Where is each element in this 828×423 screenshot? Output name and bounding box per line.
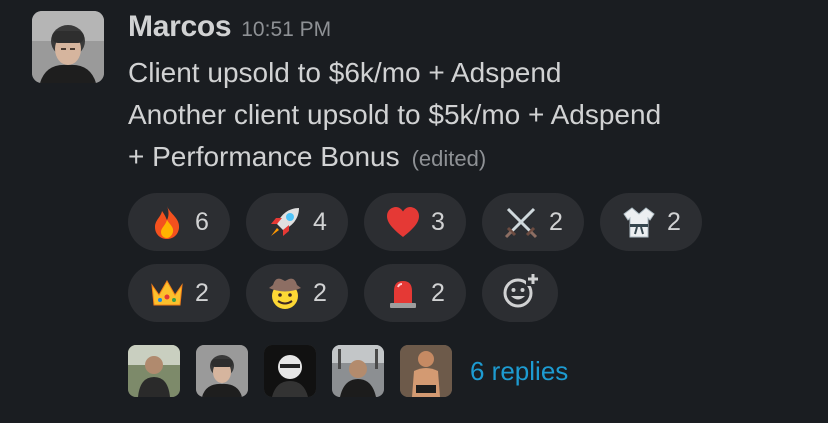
reaction-cowboy-face[interactable]: 2 <box>246 264 348 322</box>
thread-summary[interactable]: 6 replies <box>128 345 568 397</box>
reaction-count: 3 <box>431 207 445 236</box>
heart-icon <box>385 204 421 240</box>
edited-label: (edited) <box>411 146 487 171</box>
author-name[interactable]: Marcos <box>128 10 232 44</box>
martial-arts-uniform-icon <box>621 204 657 240</box>
reaction-crown[interactable]: 2 <box>128 264 230 322</box>
reaction-count: 4 <box>313 207 327 236</box>
message-line-text: + Performance Bonus <box>128 141 400 172</box>
thread-participant-avatar[interactable] <box>128 345 180 397</box>
fire-icon <box>149 204 185 240</box>
message-header: Marcos 10:51 PM <box>128 10 818 50</box>
replies-link[interactable]: 6 replies <box>470 356 568 387</box>
reaction-count: 2 <box>313 278 327 307</box>
reaction-count: 2 <box>549 207 563 236</box>
thread-participant-avatar[interactable] <box>264 345 316 397</box>
reaction-rotating-light[interactable]: 2 <box>364 264 466 322</box>
reaction-count: 2 <box>431 278 445 307</box>
cowboy-face-icon <box>267 275 303 311</box>
reaction-count: 6 <box>195 207 209 236</box>
reaction-heart[interactable]: 3 <box>364 193 466 251</box>
reaction-row: 2 2 2 <box>128 264 728 324</box>
rocket-icon <box>267 204 303 240</box>
crossed-swords-icon <box>503 204 539 240</box>
thread-participant-avatar[interactable] <box>332 345 384 397</box>
thread-participant-avatar[interactable] <box>196 345 248 397</box>
reaction-row: 6 4 3 2 2 <box>128 193 728 253</box>
add-reaction-icon <box>500 271 540 316</box>
message: Marcos 10:51 PM Client upsold to $6k/mo … <box>0 0 828 423</box>
reaction-fire[interactable]: 6 <box>128 193 230 251</box>
timestamp[interactable]: 10:51 PM <box>241 18 331 42</box>
rotating-light-icon <box>385 275 421 311</box>
author-avatar[interactable] <box>32 11 104 83</box>
message-body: Client upsold to $6k/mo + Adspend Anothe… <box>128 52 818 180</box>
add-reaction-button[interactable] <box>482 264 558 322</box>
reactions-bar: 6 4 3 2 2 2 2 2 <box>128 193 728 335</box>
crown-icon <box>149 275 185 311</box>
message-line-last: + Performance Bonus (edited) <box>128 136 818 180</box>
message-line: Client upsold to $6k/mo + Adspend <box>128 57 562 88</box>
reaction-martial-arts-uniform[interactable]: 2 <box>600 193 702 251</box>
message-line: Another client upsold to $5k/mo + Adspen… <box>128 99 662 130</box>
message-content: Marcos 10:51 PM Client upsold to $6k/mo … <box>128 10 818 180</box>
reaction-crossed-swords[interactable]: 2 <box>482 193 584 251</box>
reaction-count: 2 <box>667 207 681 236</box>
reaction-rocket[interactable]: 4 <box>246 193 348 251</box>
thread-participant-avatar[interactable] <box>400 345 452 397</box>
reaction-count: 2 <box>195 278 209 307</box>
